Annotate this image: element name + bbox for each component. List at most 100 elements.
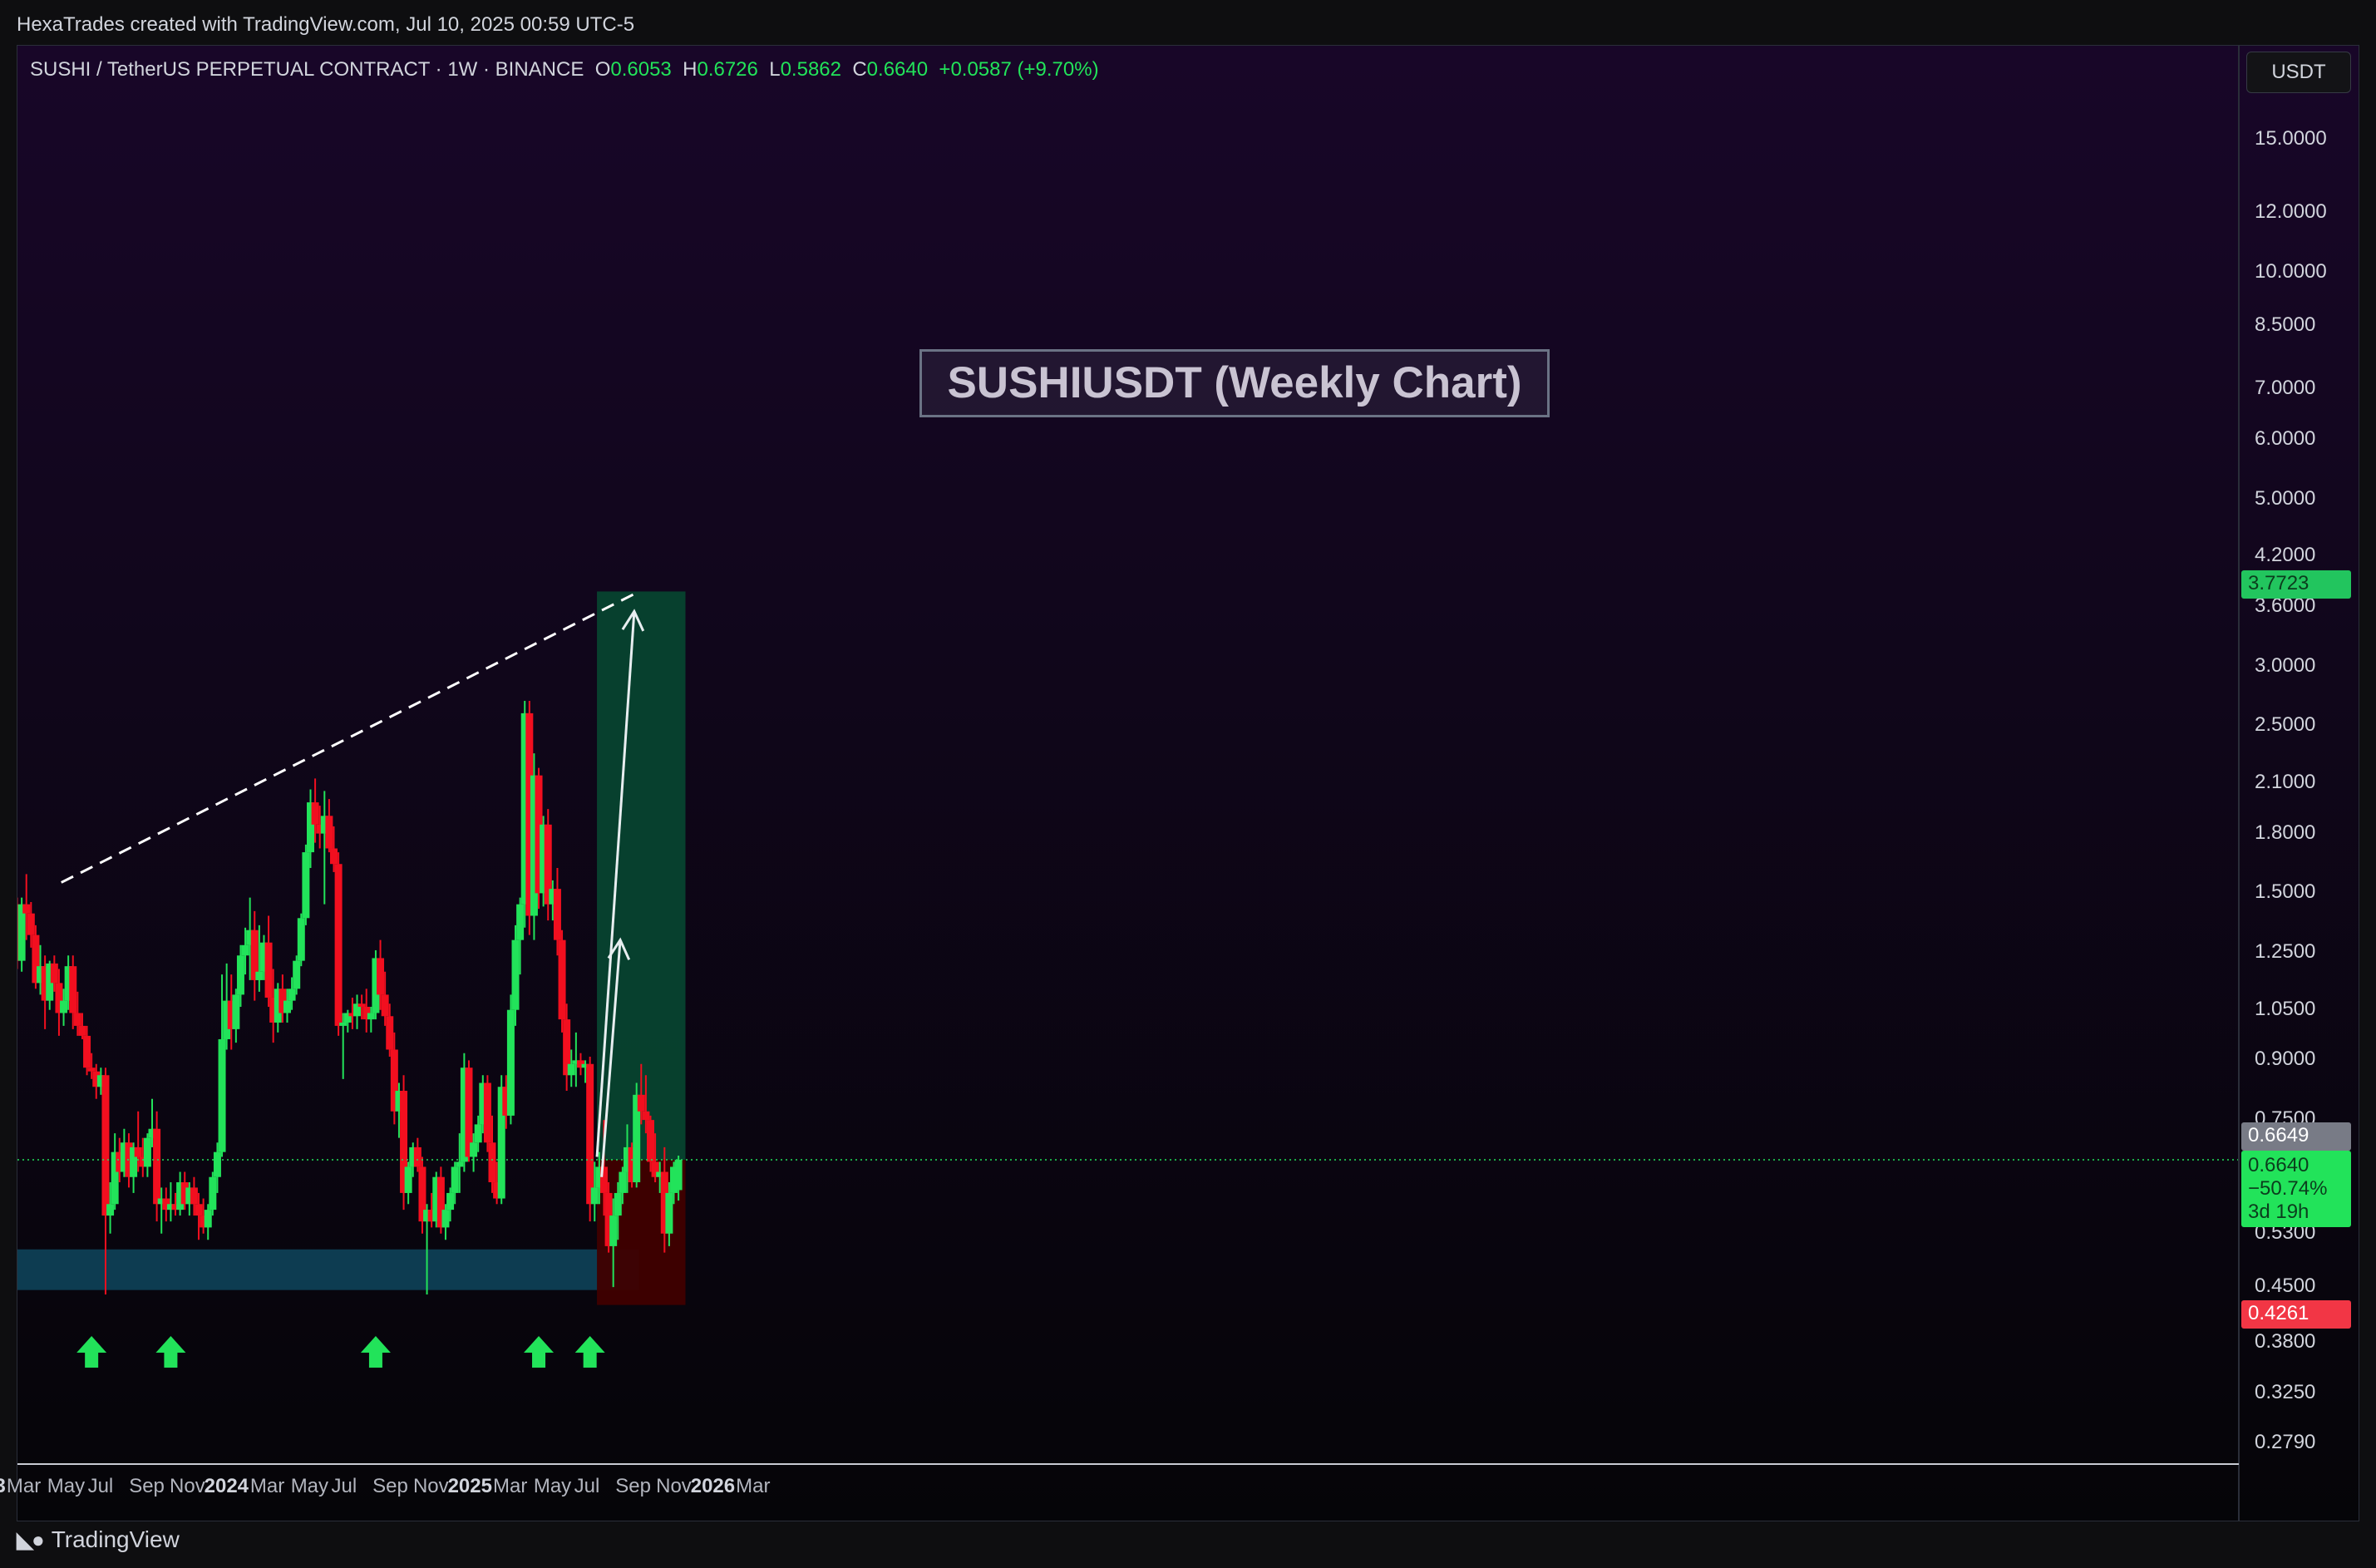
candle-body bbox=[386, 1016, 394, 1050]
candle[interactable] bbox=[334, 852, 343, 1036]
candle-body bbox=[381, 994, 389, 1017]
price-chart[interactable] bbox=[17, 46, 2359, 1521]
legend-change: +0.0587 (+9.70%) bbox=[939, 58, 1099, 81]
candle-body bbox=[78, 1025, 86, 1036]
candle-body bbox=[665, 1192, 673, 1234]
price-tick-label: 1.5000 bbox=[2255, 880, 2316, 904]
candle-body bbox=[567, 1063, 575, 1076]
candle-body bbox=[377, 958, 385, 995]
price-tick-label: 15.0000 bbox=[2255, 127, 2327, 150]
legend-high-value: 0.6726 bbox=[697, 58, 758, 81]
candle-body bbox=[642, 1111, 650, 1121]
candle-body bbox=[404, 1166, 412, 1193]
price-tick-label: 1.0500 bbox=[2255, 997, 2316, 1020]
time-tick-label: Sep bbox=[615, 1475, 651, 1497]
time-tick-label: Jul bbox=[87, 1475, 114, 1497]
ohlc-legend: SUSHI / TetherUS PERPETUAL CONTRACT · 1W… bbox=[30, 58, 1099, 81]
candle-body bbox=[586, 1063, 594, 1205]
candle-body bbox=[213, 1151, 221, 1177]
chart-frame[interactable] bbox=[17, 45, 2359, 1521]
time-tick-label: 2026 bbox=[690, 1475, 736, 1497]
tradingview-logo-icon: ◣● bbox=[17, 1526, 45, 1552]
candle-body bbox=[69, 966, 77, 1013]
stop-price-label: 0.4261 bbox=[2241, 1300, 2351, 1329]
time-tick-label: Mar bbox=[736, 1475, 771, 1497]
time-tick-label: Sep bbox=[372, 1475, 408, 1497]
candle-body bbox=[143, 1137, 151, 1167]
time-tick-label: May bbox=[290, 1475, 329, 1497]
support-zone[interactable] bbox=[17, 1249, 639, 1290]
time-tick-label: May bbox=[533, 1475, 572, 1497]
candle[interactable] bbox=[209, 1171, 217, 1216]
candle-body bbox=[357, 1003, 366, 1007]
candle-body bbox=[134, 1146, 142, 1157]
candle-body bbox=[558, 939, 566, 1020]
legend-low-label: L bbox=[769, 58, 781, 81]
time-tick-label: Nov bbox=[412, 1475, 449, 1497]
current-price-change: −50.74% bbox=[2248, 1177, 2328, 1200]
candle-body bbox=[325, 816, 333, 849]
time-tick-label: Mar bbox=[6, 1475, 42, 1497]
chart-title: SUSHIUSDT (Weekly Chart) bbox=[947, 358, 1522, 407]
candle-body bbox=[195, 1204, 203, 1216]
time-tick-label: 2024 bbox=[204, 1475, 249, 1497]
time-tick-label: Nov bbox=[656, 1475, 692, 1497]
candle-body bbox=[590, 1187, 599, 1205]
time-tick-label: Sep bbox=[129, 1475, 165, 1497]
candle[interactable] bbox=[506, 994, 515, 1125]
price-tick-label: 1.2500 bbox=[2255, 940, 2316, 964]
legend-low-value: 0.5862 bbox=[780, 58, 841, 81]
tradingview-logo[interactable]: ◣● TradingView bbox=[17, 1526, 180, 1553]
candle-body bbox=[218, 1038, 226, 1152]
previous-close-label: 0.6649 bbox=[2241, 1122, 2351, 1151]
price-tick-label: 0.3800 bbox=[2255, 1329, 2316, 1353]
time-tick-label: Mar bbox=[249, 1475, 285, 1497]
footer bbox=[0, 1521, 2376, 1568]
candle-body bbox=[73, 1013, 81, 1026]
price-tick-label: 0.3250 bbox=[2255, 1381, 2316, 1404]
legend-close-label: C bbox=[852, 58, 867, 81]
candle-body bbox=[22, 904, 31, 914]
candle[interactable] bbox=[297, 913, 305, 967]
candle-body bbox=[264, 942, 273, 998]
candle-body bbox=[619, 1171, 627, 1193]
price-tick-label: 7.0000 bbox=[2255, 377, 2316, 400]
candle-body bbox=[339, 1022, 348, 1026]
candle-body bbox=[190, 1187, 198, 1205]
chart-background bbox=[17, 46, 2359, 1521]
candle-body bbox=[87, 1068, 96, 1072]
candle-body bbox=[674, 1160, 683, 1191]
candle-body bbox=[446, 1192, 455, 1211]
price-tick-label: 1.8000 bbox=[2255, 821, 2316, 844]
candle-body bbox=[83, 1035, 91, 1068]
candle-body bbox=[506, 1009, 515, 1116]
time-tick-label: Jul bbox=[331, 1475, 357, 1497]
candle-body bbox=[302, 852, 310, 919]
currency-button[interactable]: USDT bbox=[2246, 52, 2351, 93]
chart-credit: HexaTrades created with TradingView.com,… bbox=[17, 13, 635, 36]
time-tick-label: Mar bbox=[493, 1475, 528, 1497]
candle-body bbox=[330, 848, 338, 865]
legend-close-value: 0.6640 bbox=[866, 58, 929, 81]
candle-body bbox=[334, 864, 343, 1026]
candle-body bbox=[470, 1142, 478, 1157]
target-price-label: 3.7723 bbox=[2241, 570, 2351, 599]
candle[interactable] bbox=[302, 844, 310, 925]
price-tick-label: 0.2790 bbox=[2255, 1431, 2316, 1454]
candle[interactable] bbox=[483, 1075, 491, 1152]
candle-body bbox=[50, 963, 58, 984]
candle-countdown: 3d 19h bbox=[2248, 1201, 2309, 1223]
price-tick-label: 2.5000 bbox=[2255, 713, 2316, 737]
candle-body bbox=[153, 1128, 161, 1205]
legend-symbol: SUSHI / TetherUS PERPETUAL CONTRACT · 1W… bbox=[30, 58, 584, 81]
candle-body bbox=[60, 1000, 68, 1013]
candle-body bbox=[209, 1176, 217, 1211]
candle-body bbox=[241, 944, 249, 956]
candle-body bbox=[609, 1215, 618, 1246]
candle-body bbox=[451, 1166, 459, 1193]
candle[interactable] bbox=[558, 929, 566, 1033]
candle-body bbox=[106, 1204, 115, 1216]
candle-body bbox=[27, 913, 35, 935]
price-tick-label: 3.0000 bbox=[2255, 653, 2316, 677]
candle-body bbox=[456, 1161, 464, 1167]
